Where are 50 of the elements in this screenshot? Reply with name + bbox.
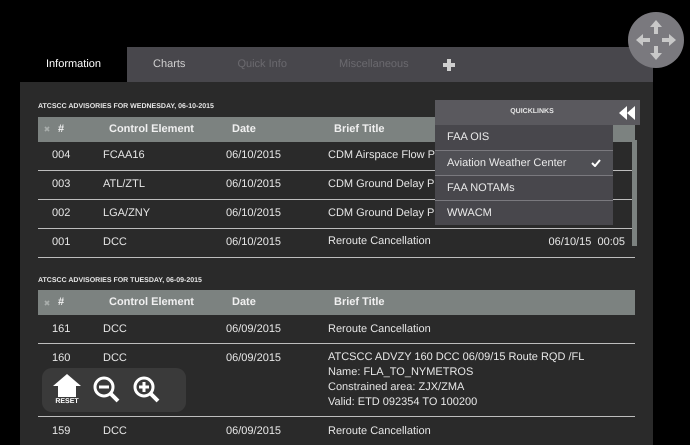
control-element: DCC bbox=[103, 351, 128, 366]
advisory-number: 159 bbox=[51, 424, 72, 439]
column-header[interactable]: Control Element bbox=[109, 120, 232, 138]
quicklink-item[interactable]: FAA OIS bbox=[435, 125, 613, 150]
quicklink-item[interactable]: FAA NOTAMs bbox=[435, 175, 613, 200]
column-header[interactable]: # bbox=[58, 294, 109, 311]
add-tab-icon[interactable] bbox=[442, 58, 455, 70]
advisory-date: 06/10/2015 bbox=[226, 148, 282, 164]
scrollbar[interactable] bbox=[632, 140, 637, 246]
collapse-icon[interactable] bbox=[619, 106, 635, 120]
advisory-number: 001 bbox=[51, 235, 72, 250]
control-element: LGA/ZNY bbox=[103, 206, 152, 222]
brief-title: Reroute Cancellation bbox=[328, 234, 431, 250]
control-element: DCC bbox=[103, 322, 128, 337]
brief-title: CDM Ground Delay P bbox=[328, 177, 434, 192]
pan-control-icon[interactable] bbox=[628, 12, 684, 68]
brief-title: Reroute Cancellation bbox=[328, 322, 431, 336]
home-icon bbox=[52, 372, 82, 397]
tab[interactable]: Charts bbox=[127, 47, 212, 82]
advisory-date: 06/09/2015 bbox=[226, 424, 282, 439]
advisory-date: 06/10/2015 bbox=[226, 235, 282, 250]
advisory-number: 004 bbox=[51, 148, 72, 164]
brief-title: Reroute Cancellation bbox=[328, 424, 431, 438]
quicklink-item[interactable]: Aviation Weather Center bbox=[435, 150, 613, 175]
tab[interactable]: Information bbox=[20, 47, 128, 82]
column-header[interactable]: Control Element bbox=[109, 294, 232, 311]
advisory-number: 002 bbox=[51, 206, 72, 222]
control-element: DCC bbox=[103, 424, 128, 439]
advisory-date: 06/10/2015 bbox=[226, 177, 282, 192]
column-header[interactable]: # bbox=[58, 120, 109, 138]
advisory-number: 003 bbox=[51, 177, 72, 192]
column-header[interactable]: Date bbox=[232, 294, 334, 311]
brief-title: ATCSCC ADVZY 160 DCC 06/09/15 Route RQD /FL Name: FLA_TO_NYMETROS Constrained area: ZJX/ZMA Valid: ETD 092354 TO 100200 bbox=[328, 350, 584, 410]
column-header[interactable]: Date bbox=[232, 120, 334, 138]
quicklink-item[interactable]: WWACM bbox=[435, 200, 613, 225]
brief-title: CDM Ground Delay P bbox=[328, 206, 434, 221]
checkmark-icon bbox=[591, 159, 601, 167]
column-header[interactable]: Brief Title bbox=[334, 294, 635, 311]
advisory-date: 06/09/2015 bbox=[226, 322, 282, 337]
zoom-in-icon[interactable] bbox=[132, 375, 162, 405]
zoom-out-icon[interactable] bbox=[92, 375, 122, 405]
brief-title: CDM Airspace Flow P bbox=[328, 148, 435, 163]
advisory-date: 06/09/2015 bbox=[226, 351, 282, 366]
advisory-number: 161 bbox=[51, 322, 72, 337]
control-element: DCC bbox=[103, 235, 128, 250]
advisory-date: 06/10/2015 bbox=[226, 206, 282, 222]
control-element: FCAA16 bbox=[103, 148, 146, 164]
advisory-number: 160 bbox=[51, 351, 72, 366]
control-element: ATL/ZTL bbox=[103, 177, 146, 192]
issued-time: 06/10/15 00:05 bbox=[548, 235, 625, 250]
